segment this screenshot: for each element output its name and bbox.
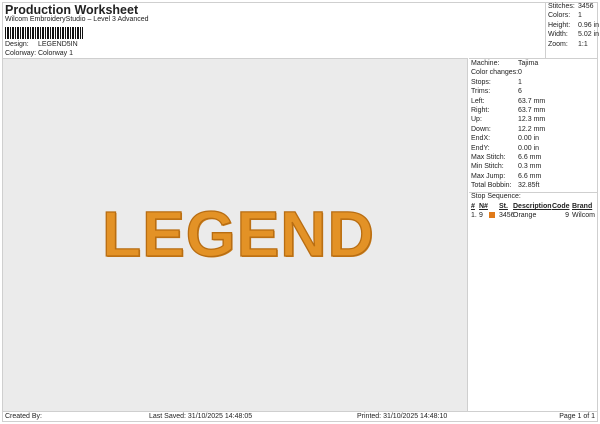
detail-value: 6 — [518, 88, 522, 96]
detail-row: Right: 63.7 mm — [471, 107, 598, 116]
detail-row: Trims: 6 — [471, 88, 598, 97]
summary-value: 5.02 in — [578, 31, 600, 39]
stop-code: 9 — [565, 212, 569, 220]
detail-row: Max Jump: 6.6 mm — [471, 173, 598, 182]
col-num: # — [471, 203, 475, 211]
detail-label: Max Stitch: — [471, 153, 506, 161]
colorway-label: Colorway: — [5, 50, 37, 57]
embroidery-text: LEGEND — [101, 197, 375, 270]
summary-label: Zoom: — [548, 40, 568, 48]
detail-row: Color changes: 0 — [471, 69, 598, 78]
detail-row: EndX: 0.00 in — [471, 135, 598, 144]
summary-value: 1:1 — [578, 40, 588, 48]
software-subtitle: Wilcom EmbroideryStudio – Level 3 Advanc… — [5, 16, 149, 23]
detail-label: Left: — [471, 97, 485, 105]
detail-label: EndX: — [471, 135, 491, 143]
col-description: Description — [513, 203, 552, 211]
detail-row: Total Bobbin: 32.85ft — [471, 182, 598, 191]
design-row: Design: LEGEND5IN — [5, 41, 78, 48]
detail-row: Left: 63.7 mm — [471, 98, 598, 107]
detail-value: 12.2 mm — [518, 125, 546, 133]
detail-value: 63.7 mm — [518, 106, 546, 114]
detail-row: EndY: 0.00 in — [471, 145, 598, 154]
detail-row: Max Stitch: 6.6 mm — [471, 154, 598, 163]
detail-label: Min Stitch: — [471, 163, 504, 171]
page-title: Production Worksheet — [5, 3, 139, 17]
stop-brand: Wilcom — [572, 212, 595, 220]
detail-label: Stops: — [471, 78, 491, 86]
summary-row: Width: 5.02 in — [548, 31, 600, 40]
summary-value: 3456 — [578, 3, 594, 10]
stop-stitches: 3456 — [499, 212, 515, 220]
detail-row: Up: 12.3 mm — [471, 116, 598, 125]
colorway-row: Colorway: Colorway 1 — [5, 50, 73, 57]
details-panel: Machine: Tajima Color changes: 0 Stops: 1 Trim… — [469, 58, 598, 411]
stop-needle: 9 — [479, 212, 483, 220]
detail-label: Trims: — [471, 88, 491, 96]
col-brand: Brand — [572, 203, 593, 211]
detail-value: Tajima — [518, 60, 539, 67]
footer: Created By: Last Saved: 31/10/2025 14:48… — [2, 411, 598, 422]
detail-label: Color changes: — [471, 69, 519, 77]
stop-sequence: Stop Sequence: # N# St. Description Code… — [469, 192, 598, 220]
summary-row: Height: 0.96 in — [548, 21, 600, 31]
summary-row: Colors: 1 — [548, 12, 598, 21]
summary-label: Colors: — [548, 12, 571, 20]
detail-label: Down: — [471, 125, 491, 133]
detail-row: Stops: 1 — [471, 79, 598, 88]
design-label: Design: — [5, 41, 29, 48]
created-by: Created By: — [5, 413, 42, 420]
summary-label: Width: — [548, 31, 568, 39]
summary-row: Stitches: 3456 — [548, 3, 598, 12]
detail-value: 0.00 in — [518, 144, 540, 152]
detail-label: EndY: — [471, 144, 490, 152]
summary-box: Stitches: 3456 Colors: 1 Height: 0.96 in Width… — [545, 2, 600, 58]
detail-value: 1 — [518, 78, 522, 86]
stop-description: Orange — [513, 212, 537, 220]
detail-row: Down: 12.2 mm — [471, 126, 598, 135]
detail-label: Max Jump: — [471, 172, 506, 180]
detail-value: 32.85ft — [518, 182, 540, 190]
printed: Printed: 31/10/2025 14:48:10 — [357, 413, 448, 420]
colorway-value: Colorway 1 — [38, 50, 74, 57]
last-saved: Last Saved: 31/10/2025 14:48:05 — [149, 413, 253, 420]
detail-value: 63.7 mm — [518, 97, 546, 105]
detail-label: Right: — [471, 106, 490, 114]
col-st: St. — [499, 203, 508, 211]
stop-num: 1. — [471, 212, 477, 220]
summary-row: Zoom: 1:1 — [548, 41, 598, 50]
col-code: Code — [552, 203, 570, 211]
summary-label: Height: — [548, 21, 571, 29]
stop-sequence-header: # N# St. Description Code Brand — [471, 202, 598, 211]
stop-row: 1. 9 3456 Orange 9 Wilcom — [471, 211, 598, 220]
summary-value: 0.96 in — [578, 21, 600, 29]
detail-row: Machine: Tajima — [471, 60, 598, 69]
summary-label: Stitches: — [548, 3, 575, 10]
detail-row: Min Stitch: 0.3 mm — [471, 163, 598, 172]
detail-label: Machine: — [471, 60, 500, 67]
design-value: LEGEND5IN — [38, 41, 78, 48]
detail-value: 0.00 in — [518, 135, 540, 143]
color-swatch — [489, 211, 495, 218]
design-preview: LEGEND — [3, 58, 468, 411]
detail-value: 6.6 mm — [518, 153, 542, 161]
detail-value: 0 — [518, 69, 522, 77]
stop-sequence-title: Stop Sequence: — [471, 193, 521, 201]
barcode — [5, 27, 83, 39]
detail-value: 6.6 mm — [518, 172, 542, 180]
page-number: Page 1 of 1 — [559, 413, 595, 420]
detail-value: 0.3 mm — [518, 163, 542, 171]
col-n: N# — [479, 203, 488, 211]
detail-label: Total Bobbin: — [471, 182, 512, 190]
detail-label: Up: — [471, 116, 482, 124]
summary-value: 1 — [578, 12, 582, 20]
detail-value: 12.3 mm — [518, 116, 546, 124]
